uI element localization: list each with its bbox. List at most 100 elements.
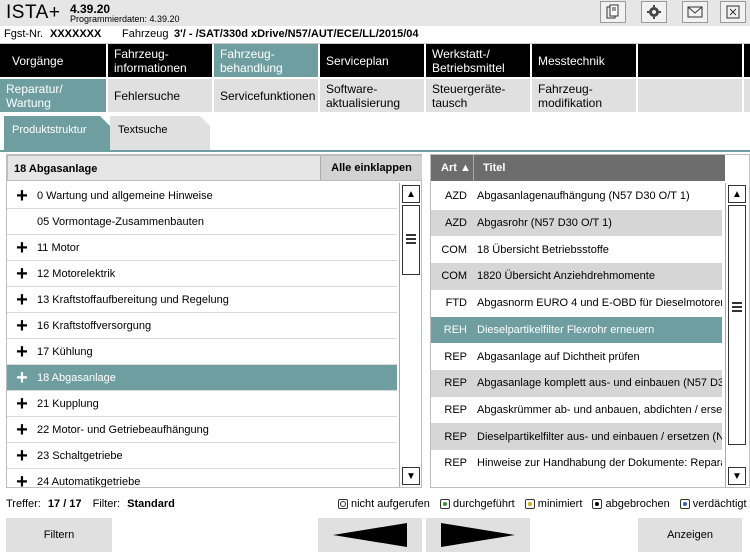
treffer-value: 17 / 17 xyxy=(47,498,82,510)
nav-werkstatt[interactable]: Werkstatt-/ Betriebsmittel xyxy=(426,44,530,77)
document-type: REP xyxy=(444,430,467,443)
tab-textsuche[interactable]: Textsuche xyxy=(110,116,176,148)
tree-item[interactable]: +05 Vormontage-Zusammenbauten xyxy=(7,209,397,235)
fahrzeug-value: 3'/ - /SAT/330d xDrive/N57/AUT/ECE/LL/20… xyxy=(174,28,419,40)
document-type: REH xyxy=(443,323,467,336)
document-row[interactable]: REP Abgaskrümmer ab- und anbauen, abdicht… xyxy=(431,397,722,424)
nav-serviceplan[interactable]: Serviceplan xyxy=(320,44,424,77)
expand-plus-icon[interactable]: + xyxy=(7,264,37,284)
document-row[interactable]: REP Abgasanlage auf Dichtheit prüfen xyxy=(431,343,722,370)
legend-marker-icon xyxy=(679,499,690,510)
subnav-fehlersuche[interactable]: Fehlersuche xyxy=(108,79,212,112)
tree-item-label: 0 Wartung und allgemeine Hinweise xyxy=(37,189,213,202)
expand-plus-icon[interactable]: + xyxy=(7,316,37,336)
nav-fahrzeuginformationen[interactable]: Fahrzeug- informationen xyxy=(108,44,212,77)
expand-plus-icon[interactable]: + xyxy=(7,290,37,310)
close-icon[interactable] xyxy=(720,1,746,23)
left-panel-header: 18 Abgasanlage Alle einklappen xyxy=(7,155,422,181)
expand-plus-icon[interactable]: + xyxy=(7,238,37,258)
tree-item[interactable]: +13 Kraftstoffaufbereitung und Regelung xyxy=(7,287,397,313)
subnav-reparatur-wartung[interactable]: Reparatur/ Wartung xyxy=(0,79,106,112)
document-row[interactable]: COM 18 Übersicht Betriebsstoffe xyxy=(431,236,722,263)
scroll-down-icon[interactable]: ▼ xyxy=(728,467,746,485)
expand-plus-icon[interactable]: + xyxy=(7,394,37,414)
document-icon[interactable] xyxy=(600,1,626,23)
document-row[interactable]: REH Dieselpartikelfilter Flexrohr erneuer… xyxy=(431,316,722,344)
tree-item[interactable]: +11 Motor xyxy=(7,235,397,261)
document-row[interactable]: REP Abgasanlage komplett aus- und einbaue… xyxy=(431,369,722,397)
tree-item[interactable]: +22 Motor- und Getriebeaufhängung xyxy=(7,417,397,443)
tree-item-label: 18 Abgasanlage xyxy=(37,371,116,384)
document-type: AZD xyxy=(445,190,467,203)
tree-item[interactable]: +17 Kühlung xyxy=(7,339,397,365)
documents-panel: Art ▲ Titel AZD Abgasanlagenaufhängung (N… xyxy=(430,154,750,488)
tree-item[interactable]: +21 Kupplung xyxy=(7,391,397,417)
document-title: Abgasanlage auf Dichtheit prüfen xyxy=(477,350,640,363)
document-title: Abgasanlage komplett aus- und einbauen (… xyxy=(477,377,722,390)
nav-fahrzeugbehandlung[interactable]: Fahrzeug- behandlung xyxy=(214,44,318,77)
tree-item[interactable]: +24 Automatikgetriebe xyxy=(7,469,397,488)
expand-plus-icon[interactable]: + xyxy=(7,368,37,388)
document-title: Dieselpartikelfilter aus- und einbauen /… xyxy=(477,430,722,443)
document-title: Abgasanlagenaufhängung (N57 D30 O/T 1) xyxy=(477,190,690,203)
filter-button[interactable]: Filtern xyxy=(6,518,112,552)
tree-item-label: 12 Motorelektrik xyxy=(37,267,116,280)
expand-plus-icon[interactable]: + xyxy=(7,472,37,488)
document-title: Hinweise zur Handhabung der Dokumente: R… xyxy=(477,457,722,470)
mail-icon[interactable] xyxy=(682,1,708,23)
filter-value: Standard xyxy=(127,498,175,510)
expand-plus-icon[interactable]: + xyxy=(7,446,37,466)
tree-item[interactable]: +23 Schaltgetriebe xyxy=(7,443,397,469)
tree-item[interactable]: +0 Wartung und allgemeine Hinweise xyxy=(7,183,397,209)
subnav-softwareaktualisierung[interactable]: Software- aktualisierung xyxy=(320,79,424,112)
nav-messtechnik[interactable]: Messtechnik xyxy=(532,44,636,77)
back-button[interactable] xyxy=(318,518,422,552)
expand-plus-icon[interactable]: + xyxy=(7,342,37,362)
tab-produktstruktur[interactable]: Produktstruktur xyxy=(4,116,95,148)
show-button[interactable]: Anzeigen xyxy=(638,518,742,552)
tree-item-label: 21 Kupplung xyxy=(37,397,99,410)
collapse-all-button[interactable]: Alle einklappen xyxy=(320,156,422,180)
subnav-fahrzeugmodifikation[interactable]: Fahrzeug- modifikation xyxy=(532,79,636,112)
tree-item[interactable]: +18 Abgasanlage xyxy=(7,365,397,391)
tree-item-label: 24 Automatikgetriebe xyxy=(37,475,141,488)
document-type: FTD xyxy=(445,297,467,310)
nav-vorgaenge[interactable]: Vorgänge xyxy=(0,44,106,77)
document-row[interactable]: COM 1820 Übersicht Anziehdrehmomente xyxy=(431,263,722,290)
scroll-up-icon[interactable]: ▲ xyxy=(728,185,746,203)
forward-button[interactable] xyxy=(426,518,530,552)
right-scrollbar[interactable]: ▲ ▼ xyxy=(725,183,747,487)
tree-item[interactable]: +16 Kraftstoffversorgung xyxy=(7,313,397,339)
scroll-thumb[interactable] xyxy=(402,205,420,275)
subnav-steuergeraetetausch[interactable]: Steuergeräte- tausch xyxy=(426,79,530,112)
tree-item-label: 05 Vormontage-Zusammenbauten xyxy=(37,215,204,228)
expand-plus-icon[interactable]: + xyxy=(7,186,37,206)
program-data: Programmierdaten: 4.39.20 xyxy=(70,14,180,24)
scroll-down-icon[interactable]: ▼ xyxy=(402,467,420,485)
tree-item[interactable]: +12 Motorelektrik xyxy=(7,261,397,287)
status-legend: nicht aufgerufen durchgeführt minimiert … xyxy=(338,498,747,510)
vehicle-info-bar: Fgst-Nr. XXXXXXX Fahrzeug 3'/ - /SAT/330… xyxy=(0,26,750,44)
document-row[interactable]: AZD Abgasanlagenaufhängung (N57 D30 O/T 1… xyxy=(431,183,722,210)
document-row[interactable]: REP Hinweise zur Handhabung der Dokumente… xyxy=(431,450,722,477)
legend-item: nicht aufgerufen xyxy=(338,498,430,510)
scroll-up-icon[interactable]: ▲ xyxy=(402,185,420,203)
treffer-label: Treffer: xyxy=(6,498,41,510)
document-row[interactable]: FTD Abgasnorm EURO 4 und E-OBD für Diesel… xyxy=(431,290,722,317)
tree-item-label: 16 Kraftstoffversorgung xyxy=(37,319,152,332)
document-row[interactable]: AZD Abgasrohr (N57 D30 O/T 1) xyxy=(431,209,722,237)
col-art-header[interactable]: Art ▲ xyxy=(441,162,471,174)
expand-plus-icon[interactable]: + xyxy=(7,420,37,440)
scroll-thumb[interactable] xyxy=(728,205,746,445)
subnav-servicefunktionen[interactable]: Servicefunktionen xyxy=(214,79,318,112)
subnav-empty xyxy=(638,79,742,112)
document-type: REP xyxy=(444,457,467,470)
document-type: REP xyxy=(444,377,467,390)
left-scrollbar[interactable]: ▲ ▼ xyxy=(399,183,421,487)
gear-icon[interactable] xyxy=(641,1,667,23)
sub-nav: Reparatur/ Wartung Fehlersuche Servicefu… xyxy=(0,79,750,112)
legend-marker-icon xyxy=(439,499,450,510)
col-title-header[interactable]: Titel xyxy=(483,162,505,174)
legend-item: abgebrochen xyxy=(592,498,670,510)
document-row[interactable]: REP Dieselpartikelfilter aus- und einbaue… xyxy=(431,423,722,450)
